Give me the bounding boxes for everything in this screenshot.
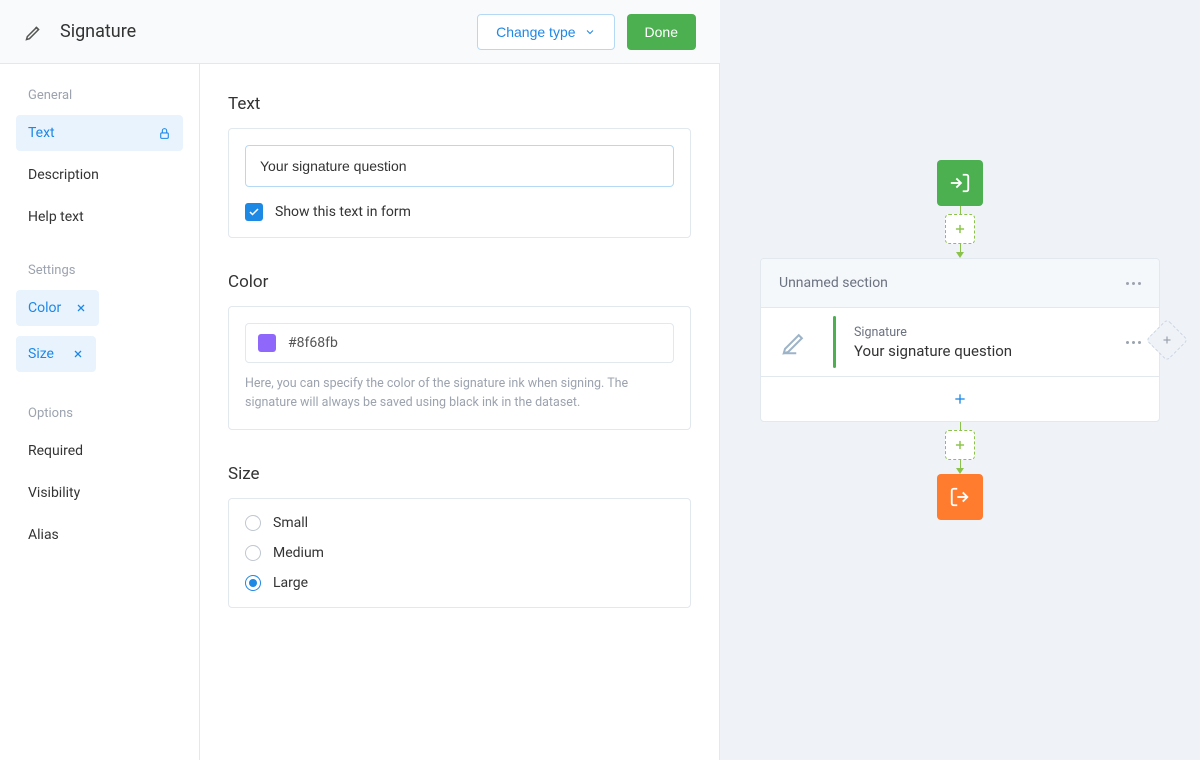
signature-icon [24,22,44,42]
field-row-signature[interactable]: Signature Your signature question [761,308,1159,377]
lock-icon [158,127,171,140]
size-option-label: Small [273,515,308,531]
color-help-text: Here, you can specify the color of the s… [245,375,674,413]
remove-icon[interactable] [75,302,87,314]
size-option-large[interactable]: Large [245,575,674,591]
size-section-title: Size [228,464,691,484]
sidebar-item-label: Text [28,125,55,141]
sidebar-item-description[interactable]: Description [16,157,183,193]
sidebar-item-label: Alias [28,527,59,543]
exit-icon [949,486,971,508]
main-panel: Text Show this text in form Color [200,64,720,760]
signature-icon [775,322,815,362]
plus-icon [1161,334,1173,346]
size-option-small[interactable]: Small [245,515,674,531]
question-text-input[interactable] [245,145,674,187]
section-title: Unnamed section [779,275,888,291]
sidebar-item-label: Required [28,443,83,459]
field-type-label: Signature [854,325,1108,340]
sidebar-item-label: Help text [28,209,84,225]
sidebar-item-color[interactable]: Color [16,290,99,326]
sidebar-item-text[interactable]: Text [16,115,183,151]
change-type-label: Change type [496,24,575,40]
flow-add-button[interactable] [945,214,975,244]
section-menu-button[interactable] [1126,282,1141,285]
sidebar: General Text Description Help text Setti… [0,64,200,760]
color-value: #8f68fb [288,335,338,351]
change-type-button[interactable]: Change type [477,14,614,50]
color-section-title: Color [228,272,691,292]
page-title: Signature [60,21,477,42]
remove-icon[interactable] [72,348,84,360]
size-option-medium[interactable]: Medium [245,545,674,561]
color-swatch [258,334,276,352]
section-card: Unnamed section Signature Your signature… [760,258,1160,422]
field-accent [833,316,836,368]
sidebar-item-label: Size [28,346,54,362]
show-text-checkbox[interactable] [245,203,263,221]
editor-header: Signature Change type Done [0,0,720,64]
sidebar-group-general: General [16,88,183,103]
sidebar-group-options: Options [16,406,183,421]
plus-icon [952,391,968,407]
color-picker[interactable]: #8f68fb [245,323,674,363]
section-add-field-button[interactable] [761,377,1159,421]
sidebar-item-required[interactable]: Required [16,433,183,469]
field-question-label: Your signature question [854,342,1108,360]
done-button[interactable]: Done [627,14,696,50]
sidebar-group-settings: Settings [16,263,183,278]
radio-icon [245,515,261,531]
show-text-label: Show this text in form [275,204,411,220]
sidebar-item-help-text[interactable]: Help text [16,199,183,235]
flow-start-node[interactable] [937,160,983,206]
chevron-down-icon [584,26,596,38]
sidebar-item-visibility[interactable]: Visibility [16,475,183,511]
field-menu-button[interactable] [1126,341,1141,344]
radio-icon [245,575,261,591]
plus-icon [953,438,967,452]
text-section-title: Text [228,94,691,114]
size-option-label: Large [273,575,308,591]
radio-icon [245,545,261,561]
enter-icon [949,172,971,194]
plus-icon [953,222,967,236]
sidebar-item-label: Color [28,300,61,316]
flow-end-node[interactable] [937,474,983,520]
flow-preview: Unnamed section Signature Your signature… [720,0,1200,760]
sidebar-item-label: Visibility [28,485,80,501]
sidebar-item-size[interactable]: Size [16,336,96,372]
sidebar-item-label: Description [28,167,99,183]
flow-add-button[interactable] [945,430,975,460]
size-option-label: Medium [273,545,324,561]
sidebar-item-alias[interactable]: Alias [16,517,183,553]
